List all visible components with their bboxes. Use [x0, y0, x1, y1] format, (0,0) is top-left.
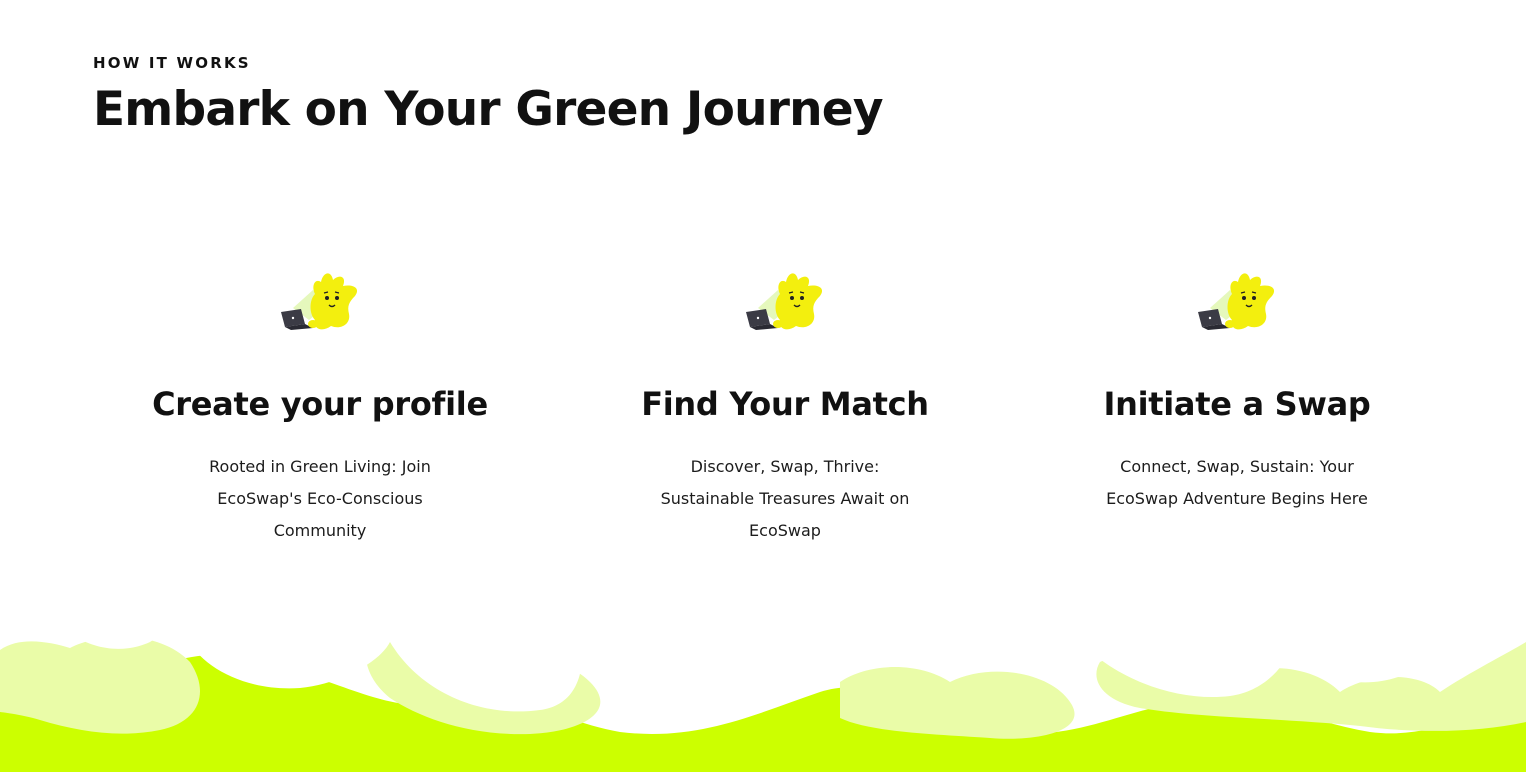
- step-card-initiate-swap: Initiate a Swap Connect, Swap, Sustain: …: [1017, 268, 1457, 515]
- step-description: Connect, Swap, Sustain: Your EcoSwap Adv…: [1106, 457, 1368, 508]
- step-description: Rooted in Green Living: Join EcoSwap's E…: [209, 457, 431, 540]
- section-eyebrow: HOW IT WORKS: [93, 54, 251, 72]
- step-card-create-profile: Create your profile Rooted in Green Livi…: [100, 268, 540, 547]
- decorative-cloud-waves: [0, 622, 1526, 772]
- step-title: Find Your Match: [641, 385, 929, 423]
- step-title: Create your profile: [152, 385, 488, 423]
- mascot-laptop-illustration: [740, 268, 830, 334]
- step-description: Discover, Swap, Thrive: Sustainable Trea…: [660, 457, 910, 540]
- section-heading: Embark on Your Green Journey: [93, 82, 883, 137]
- step-card-find-match: Find Your Match Discover, Swap, Thrive: …: [565, 268, 1005, 547]
- mascot-laptop-illustration: [275, 268, 365, 334]
- how-it-works-section: HOW IT WORKS Embark on Your Green Journe…: [0, 0, 1526, 772]
- step-title: Initiate a Swap: [1103, 385, 1371, 423]
- mascot-laptop-illustration: [1192, 268, 1282, 334]
